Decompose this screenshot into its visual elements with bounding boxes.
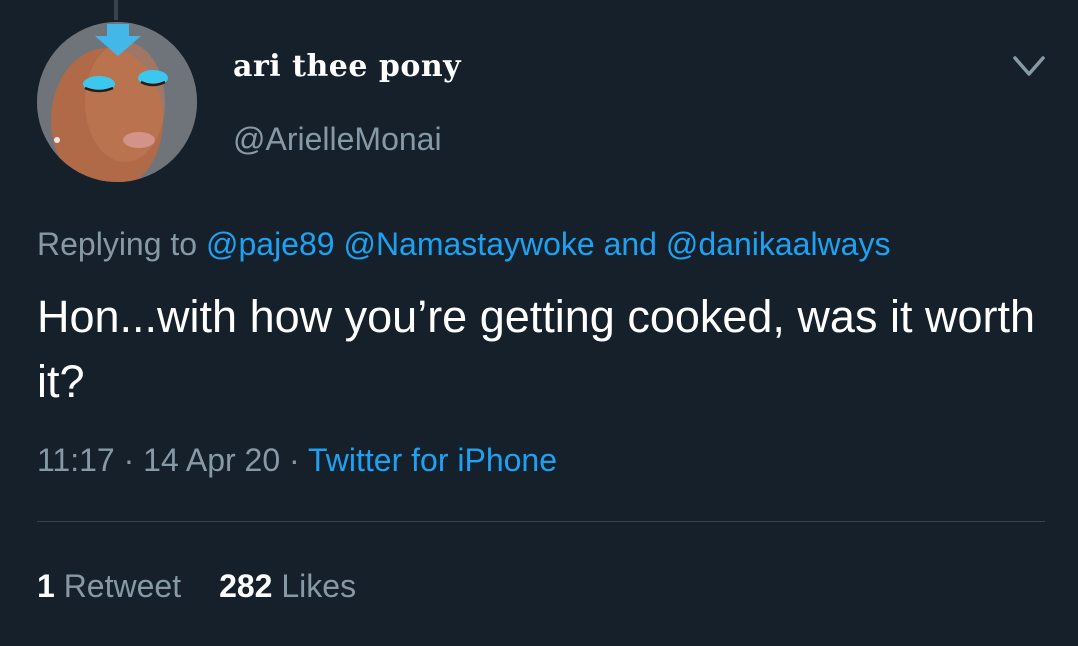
tweet-text: Hon...with how you’re getting cooked, wa… (37, 291, 1035, 407)
divider (37, 521, 1045, 522)
meta-separator: · (289, 442, 300, 478)
mention-danikaalways[interactable]: @danikaalways (666, 226, 891, 262)
retweets-stat[interactable]: 1 Retweet (37, 568, 181, 604)
user-handle[interactable]: @ArielleMonai (233, 121, 442, 158)
avatar-image (37, 22, 197, 182)
mention-namastaywoke[interactable]: @Namastaywoke (343, 226, 594, 262)
chevron-down-icon[interactable] (1009, 52, 1049, 82)
tweet-source-link[interactable]: Twitter for iPhone (308, 442, 557, 478)
meta-separator: · (123, 442, 135, 478)
likes-stat[interactable]: 282 Likes (219, 568, 356, 604)
tweet-time[interactable]: 11:17 (37, 442, 115, 478)
replying-to-label: Replying to (37, 226, 198, 262)
replying-to-line: Replying to @paje89 @Namastaywoke and @d… (37, 226, 890, 263)
avatar[interactable] (37, 22, 197, 182)
tweet-metadata: 11:17 · 14 Apr 20 · Twitter for iPhone (37, 442, 557, 479)
retweets-label: Retweet (63, 568, 182, 604)
mention-paje89[interactable]: @paje89 (206, 226, 335, 262)
display-name[interactable]: ari thee pony (233, 49, 461, 84)
thread-connector-line (114, 0, 118, 20)
likes-count: 282 (219, 568, 273, 604)
engagement-stats: 1 Retweet 282 Likes (37, 568, 356, 605)
retweets-count: 1 (37, 568, 55, 604)
tweet-date[interactable]: 14 Apr 20 (143, 442, 280, 478)
mention-and-link[interactable]: and (604, 226, 657, 262)
likes-label: Likes (281, 568, 357, 604)
